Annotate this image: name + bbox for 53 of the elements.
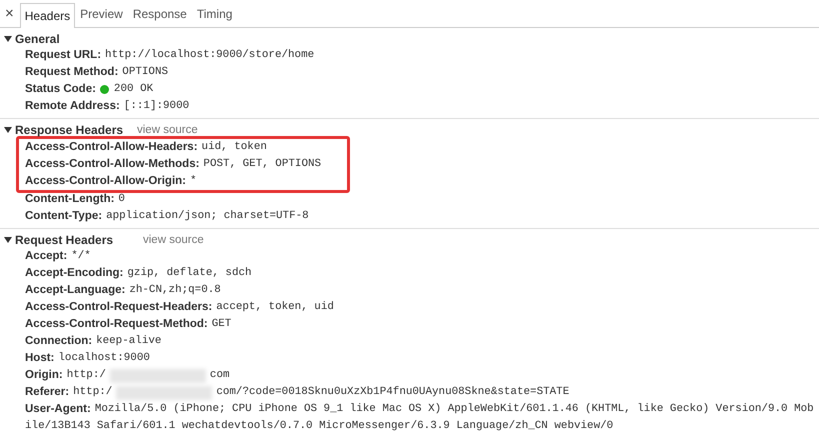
tab[interactable]: Timing [192, 1, 238, 27]
header-name: Host: [25, 352, 54, 364]
header-name: Connection: [25, 335, 92, 347]
header-name: Content-Type: [25, 210, 102, 222]
tab[interactable]: Headers [20, 3, 76, 28]
header-name: Access-Control-Request-Method: [25, 318, 208, 330]
header-value: OPTIONS [122, 66, 168, 78]
header-name: Access-Control-Allow-Origin: [25, 175, 186, 187]
header-value: [::1]:9000 [124, 100, 190, 112]
header-name: Origin: [25, 369, 63, 381]
tab[interactable]: Preview [75, 1, 128, 27]
header-value: com [210, 369, 230, 381]
header-value: */* [71, 250, 91, 262]
section-title[interactable]: Request Headers [15, 232, 143, 246]
header-entry: User-Agent: Mozilla/5.0 (iPhone; CPU iPhone OS 9_1 like Mac OS X) AppleWebKit/601.1.46 (KHTML, like Gecko) Version/9.0 Mobile/13B143 Safari/601.1 wechatdevtools/0.7.0 MicroMessenger/6.3.9 Language/zh_CN webview/0 [25, 402, 815, 434]
collapse-triangle-icon[interactable] [4, 34, 12, 42]
header-value: accept, token, uid [216, 301, 334, 313]
header-value: zh-CN,zh;q=0.8 [129, 284, 221, 296]
header-name: Accept: [25, 250, 68, 262]
tab[interactable]: Response [128, 1, 192, 27]
header-value: 0 [118, 193, 125, 205]
header-name: Request URL: [25, 49, 102, 61]
header-name: Status Code: [25, 83, 96, 95]
header-value: POST, GET, OPTIONS [203, 158, 322, 170]
header-name: Remote Address: [25, 100, 120, 112]
view-source-link[interactable]: view source [137, 124, 198, 136]
header-value: http://localhost:9000/store/home [105, 49, 314, 61]
section-title[interactable]: General [15, 32, 143, 46]
header-value: http:/ [73, 386, 112, 398]
status-dot-icon [100, 85, 109, 94]
header-value: localhost:9000 [58, 352, 150, 364]
header-value: http:/ [66, 369, 106, 381]
view-source-link[interactable]: view source [143, 234, 204, 246]
header-name: Access-Control-Allow-Headers: [25, 141, 198, 153]
header-name: Content-Length: [25, 193, 114, 205]
header-value: application/json; charset=UTF-8 [106, 210, 309, 222]
header-name: Request Method: [25, 66, 118, 78]
header-value: * [190, 175, 197, 187]
header-name: Accept-Encoding: [25, 267, 124, 279]
collapse-triangle-icon[interactable] [4, 236, 12, 244]
collapse-triangle-icon[interactable] [4, 126, 12, 134]
close-button[interactable]: × [2, 5, 20, 27]
header-value: uid, token [202, 141, 267, 153]
header-value: GET [212, 318, 232, 330]
header-value: 200 OK [114, 83, 154, 95]
header-name: Referer: [25, 386, 70, 398]
header-value: com/?code=0018Sknu0uXzXb1P4fnu0UAynu08Skne&state=STATE [216, 386, 570, 398]
header-name: Access-Control-Allow-Methods: [25, 158, 200, 170]
header-value: keep-alive [96, 335, 162, 347]
section-title[interactable]: Response Headers [15, 122, 137, 136]
header-name: Access-Control-Request-Headers: [25, 301, 212, 313]
header-value: gzip, deflate, sdch [127, 267, 252, 279]
header-name: Accept-Language: [25, 284, 126, 296]
